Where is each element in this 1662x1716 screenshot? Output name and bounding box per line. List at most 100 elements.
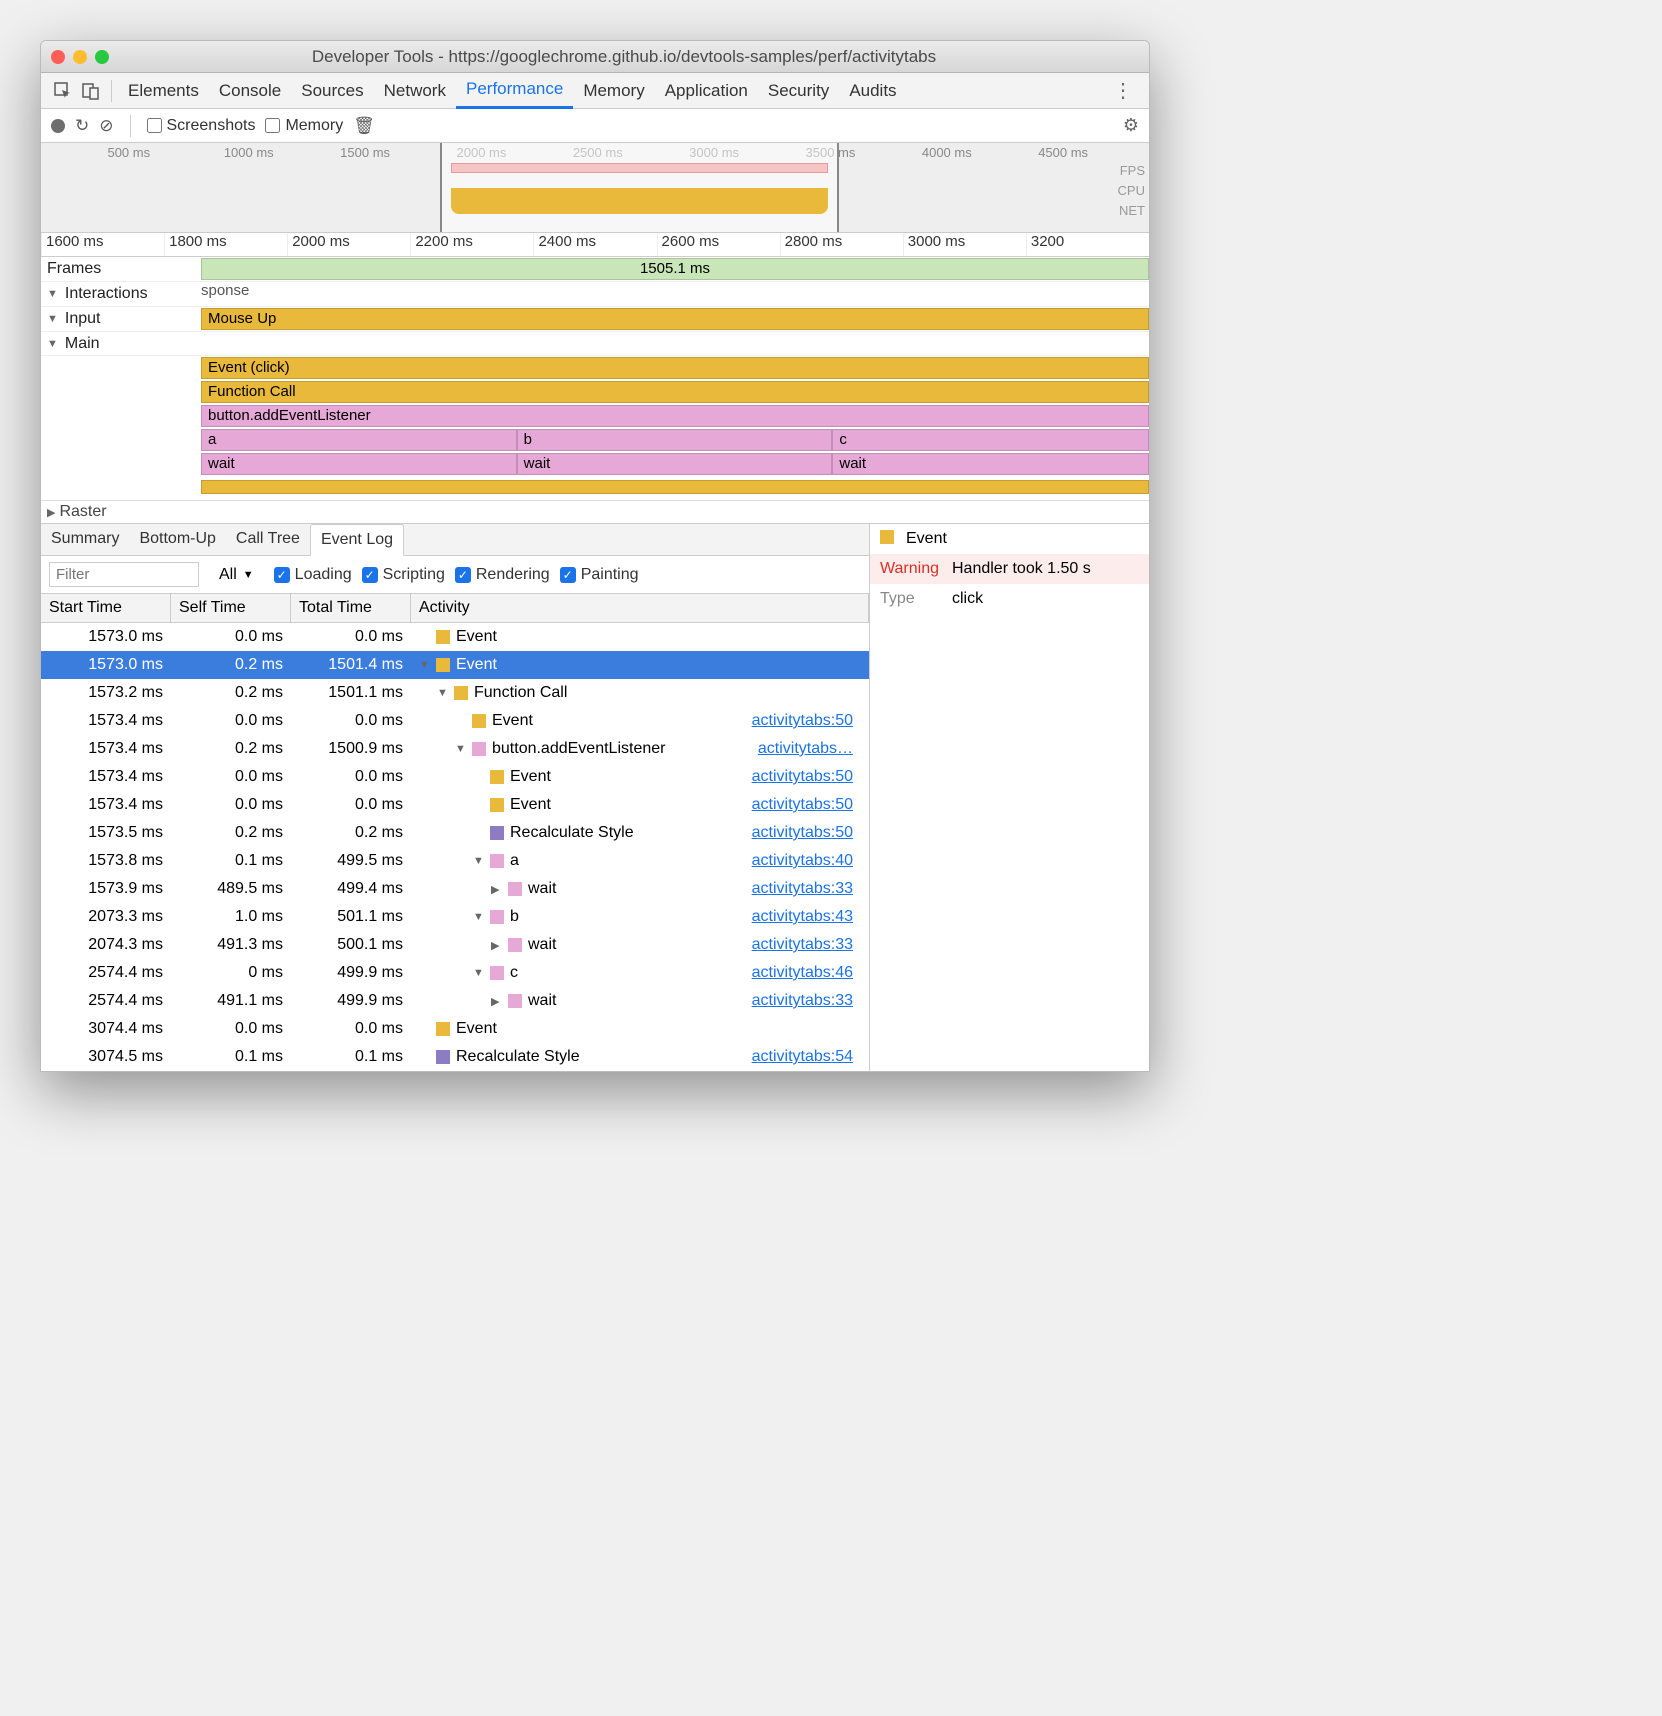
gear-icon[interactable]: ⚙ — [1123, 115, 1139, 136]
screenshots-checkbox[interactable]: Screenshots — [147, 117, 256, 135]
tab-network[interactable]: Network — [374, 73, 456, 109]
flame-bar[interactable]: button.addEventListener — [201, 405, 1149, 427]
main-track-label[interactable]: Main — [41, 333, 201, 355]
disclosure-icon[interactable]: ▶ — [491, 939, 502, 952]
tab-audits[interactable]: Audits — [839, 73, 906, 109]
flame-bar[interactable]: wait — [517, 453, 833, 475]
bottom-tab-event-log[interactable]: Event Log — [310, 524, 404, 556]
tab-application[interactable]: Application — [655, 73, 758, 109]
source-link[interactable]: activitytabs:33 — [752, 880, 861, 898]
activity-color-icon — [490, 910, 504, 924]
minimize-icon[interactable] — [73, 50, 87, 64]
tab-sources[interactable]: Sources — [291, 73, 373, 109]
rendering-checkbox[interactable]: ✓Rendering — [455, 566, 550, 584]
details-pane: Event WarningHandler took 1.50 s Typecli… — [869, 524, 1149, 1071]
disclosure-icon[interactable]: ▼ — [437, 687, 448, 699]
flame-bar[interactable]: Function Call — [201, 381, 1149, 403]
kebab-icon[interactable]: ⋮ — [1105, 78, 1141, 103]
disclosure-icon[interactable]: ▼ — [473, 855, 484, 867]
event-log-row[interactable]: 1573.4 ms0.0 ms0.0 msEventactivitytabs:5… — [41, 791, 869, 819]
device-icon[interactable] — [77, 82, 105, 100]
flame-bar[interactable]: a — [201, 429, 517, 451]
zoom-icon[interactable] — [95, 50, 109, 64]
overview-cpu-bar — [451, 188, 828, 214]
flame-bar[interactable]: b — [517, 429, 833, 451]
event-log-row[interactable]: 1573.5 ms0.2 ms0.2 msRecalculate Styleac… — [41, 819, 869, 847]
disclosure-icon[interactable]: ▼ — [419, 659, 430, 671]
event-icon — [880, 530, 894, 544]
source-link[interactable]: activitytabs:54 — [752, 1048, 861, 1066]
inspect-icon[interactable] — [49, 82, 77, 100]
tab-elements[interactable]: Elements — [118, 73, 209, 109]
disclosure-icon[interactable]: ▶ — [491, 883, 502, 896]
filter-input[interactable] — [49, 562, 199, 587]
bottom-tab-summary[interactable]: Summary — [41, 524, 129, 555]
activity-color-icon — [436, 1050, 450, 1064]
event-log-row[interactable]: 1573.2 ms0.2 ms1501.1 ms▼Function Call — [41, 679, 869, 707]
tab-memory[interactable]: Memory — [573, 73, 654, 109]
flame-bar[interactable]: c — [832, 429, 1149, 451]
scripting-checkbox[interactable]: ✓Scripting — [362, 566, 445, 584]
memory-checkbox[interactable]: Memory — [265, 117, 343, 135]
source-link[interactable]: activitytabs… — [758, 740, 861, 758]
activity-color-icon — [436, 1022, 450, 1036]
source-link[interactable]: activitytabs:46 — [752, 964, 861, 982]
reload-icon[interactable]: ↻ — [75, 116, 89, 136]
bottom-tab-bottom-up[interactable]: Bottom-Up — [129, 524, 225, 555]
event-log-header: Start Time Self Time Total Time Activity — [41, 594, 869, 623]
tab-performance[interactable]: Performance — [456, 73, 573, 109]
flame-bar[interactable]: wait — [832, 453, 1149, 475]
mouseup-bar[interactable]: Mouse Up — [201, 308, 1149, 330]
raster-track-label[interactable]: Raster — [59, 503, 106, 521]
painting-checkbox[interactable]: ✓Painting — [560, 566, 639, 584]
disclosure-icon[interactable]: ▶ — [491, 995, 502, 1008]
source-link[interactable]: activitytabs:43 — [752, 908, 861, 926]
event-log-row[interactable]: 1573.8 ms0.1 ms499.5 ms▼aactivitytabs:40 — [41, 847, 869, 875]
close-icon[interactable] — [51, 50, 65, 64]
source-link[interactable]: activitytabs:33 — [752, 992, 861, 1010]
activity-color-icon — [508, 882, 522, 896]
disclosure-icon[interactable]: ▼ — [473, 967, 484, 979]
clear-icon[interactable]: ⊘ — [99, 116, 113, 136]
source-link[interactable]: activitytabs:33 — [752, 936, 861, 954]
source-link[interactable]: activitytabs:50 — [752, 768, 861, 786]
micro-tasks-bar — [201, 480, 1149, 494]
disclosure-icon[interactable]: ▼ — [455, 743, 466, 755]
disclosure-icon[interactable]: ▼ — [473, 911, 484, 923]
all-dropdown[interactable]: All ▼ — [209, 564, 264, 586]
input-track-label[interactable]: Input — [41, 308, 201, 330]
source-link[interactable]: activitytabs:50 — [752, 824, 861, 842]
event-log-row[interactable]: 1573.0 ms0.0 ms0.0 msEvent — [41, 623, 869, 651]
tab-security[interactable]: Security — [758, 73, 839, 109]
event-log-row[interactable]: 3074.4 ms0.0 ms0.0 msEvent — [41, 1015, 869, 1043]
type-value: click — [952, 590, 983, 608]
source-link[interactable]: activitytabs:50 — [752, 796, 861, 814]
event-log-row[interactable]: 1573.4 ms0.2 ms1500.9 ms▼button.addEvent… — [41, 735, 869, 763]
record-button[interactable] — [51, 119, 65, 133]
trash-icon[interactable]: 🗑 — [353, 116, 375, 136]
event-log-row[interactable]: 1573.4 ms0.0 ms0.0 msEventactivitytabs:5… — [41, 763, 869, 791]
source-link[interactable]: activitytabs:40 — [752, 852, 861, 870]
overview-fps-bar — [451, 163, 828, 173]
details-heading: Event — [906, 530, 947, 548]
event-log-row[interactable]: 2074.3 ms491.3 ms500.1 ms▶waitactivityta… — [41, 931, 869, 959]
source-link[interactable]: activitytabs:50 — [752, 712, 861, 730]
event-log-row[interactable]: 1573.9 ms489.5 ms499.4 ms▶waitactivityta… — [41, 875, 869, 903]
activity-color-icon — [472, 714, 486, 728]
event-log-row[interactable]: 1573.0 ms0.2 ms1501.4 ms▼Event — [41, 651, 869, 679]
event-log-row[interactable]: 2073.3 ms1.0 ms501.1 ms▼bactivitytabs:43 — [41, 903, 869, 931]
flame-bar[interactable]: Event (click) — [201, 357, 1149, 379]
flame-bar[interactable]: wait — [201, 453, 517, 475]
bottom-tab-call-tree[interactable]: Call Tree — [226, 524, 310, 555]
event-log-row[interactable]: 2574.4 ms0 ms499.9 ms▼cactivitytabs:46 — [41, 959, 869, 987]
event-log-row[interactable]: 2574.4 ms491.1 ms499.9 ms▶waitactivityta… — [41, 987, 869, 1015]
loading-checkbox[interactable]: ✓Loading — [274, 566, 352, 584]
tab-console[interactable]: Console — [209, 73, 291, 109]
frame-bar[interactable]: 1505.1 ms — [201, 258, 1149, 280]
interactions-track-label[interactable]: Interactions — [41, 283, 201, 305]
event-log-row[interactable]: 3074.5 ms0.1 ms0.1 msRecalculate Styleac… — [41, 1043, 869, 1071]
flame-chart[interactable]: Frames 1505.1 ms Interactions sponse Inp… — [41, 257, 1149, 523]
overview-timeline[interactable]: 500 ms1000 ms1500 ms2000 ms2500 ms3000 m… — [41, 143, 1149, 233]
activity-color-icon — [472, 742, 486, 756]
event-log-row[interactable]: 1573.4 ms0.0 ms0.0 msEventactivitytabs:5… — [41, 707, 869, 735]
